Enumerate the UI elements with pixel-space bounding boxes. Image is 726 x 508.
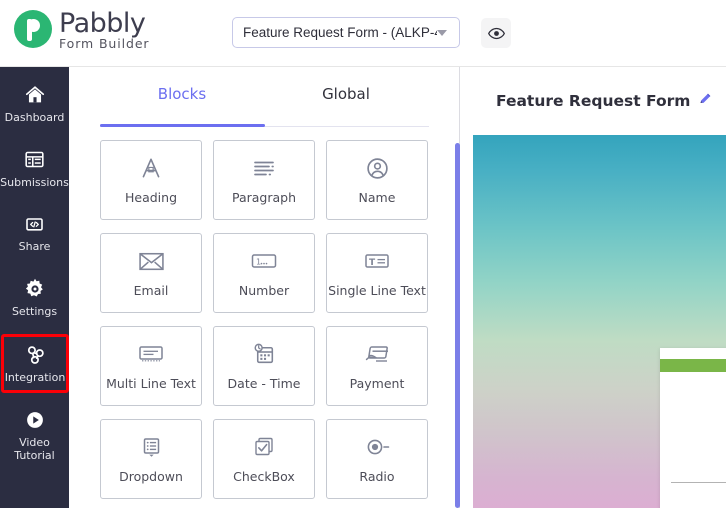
- webhook-icon: [23, 342, 48, 368]
- block-card-heading[interactable]: Heading: [100, 140, 202, 220]
- block-label: Number: [238, 283, 290, 298]
- block-card-checkbox[interactable]: CheckBox: [213, 419, 315, 499]
- sidebar-label-dashboard: Dashboard: [4, 111, 65, 124]
- block-label: CheckBox: [233, 469, 295, 484]
- form-canvas[interactable]: First: [473, 135, 726, 508]
- block-card-multi-line-text[interactable]: Multi Line Text: [100, 326, 202, 406]
- sidebar-item-submissions[interactable]: Submissions: [0, 140, 69, 198]
- sidebar-label-share: Share: [18, 240, 51, 254]
- form-card-divider: [671, 482, 726, 483]
- preview-header: Feature Request Form: [461, 67, 726, 135]
- preview-eye-button[interactable]: [481, 18, 511, 48]
- block-label: Name: [358, 190, 396, 205]
- heading-a-icon: [138, 155, 164, 181]
- block-label: Radio: [359, 469, 395, 484]
- preview-form-title: Feature Request Form: [496, 92, 691, 110]
- block-label: Heading: [124, 190, 177, 205]
- play-circle-icon: [24, 407, 46, 433]
- number-field-icon: 1: [250, 248, 278, 274]
- svg-text:T: T: [369, 258, 376, 268]
- block-label: Payment: [349, 376, 405, 391]
- code-icon: [23, 211, 46, 237]
- block-label: Single Line Text: [328, 283, 426, 298]
- tab-active-indicator: [100, 124, 265, 127]
- top-header: Pabbly Form Builder Feature Request Form…: [0, 0, 726, 67]
- dropdown-list-icon: [139, 434, 164, 460]
- form-card-accent-bar: [660, 359, 726, 372]
- block-label: Dropdown: [119, 469, 183, 484]
- radio-button-icon: [364, 434, 391, 460]
- block-label: Email: [133, 283, 169, 298]
- form-selector-value: Feature Request Form - (ALKP-4...: [243, 25, 437, 40]
- sidebar-item-integration[interactable]: Integration: [1, 333, 69, 394]
- left-sidebar: Dashboard Submissions Share Settings Int…: [0, 67, 69, 508]
- home-icon: [23, 82, 47, 108]
- sidebar-item-settings[interactable]: Settings: [0, 269, 69, 327]
- table-icon: [23, 147, 46, 173]
- block-card-radio[interactable]: Radio: [326, 419, 428, 499]
- drop-indicator-bar: [455, 143, 460, 508]
- app-root: Pabbly Form Builder Feature Request Form…: [0, 0, 726, 508]
- block-card-email[interactable]: Email: [100, 233, 202, 313]
- eye-icon: [487, 27, 505, 39]
- app-logo[interactable]: Pabbly Form Builder: [14, 8, 149, 51]
- panel-tabs: Blocks Global: [69, 67, 459, 127]
- blocks-grid: Heading Paragraph Name Email 1 Number T …: [69, 127, 459, 499]
- user-circle-icon: [365, 155, 390, 181]
- blocks-panel: Blocks Global Heading Paragraph Name Ema…: [69, 67, 460, 508]
- svg-text:1: 1: [256, 258, 261, 267]
- sidebar-label-settings: Settings: [11, 304, 58, 318]
- paragraph-lines-icon: [251, 155, 277, 181]
- form-selector-dropdown[interactable]: Feature Request Form - (ALKP-4...: [232, 17, 460, 48]
- block-card-paragraph[interactable]: Paragraph: [213, 140, 315, 220]
- block-label: Multi Line Text: [106, 376, 196, 391]
- envelope-icon: [138, 248, 165, 274]
- block-card-single-line-text[interactable]: T Single Line Text: [326, 233, 428, 313]
- pencil-icon[interactable]: [698, 91, 713, 111]
- form-card-preview[interactable]: First: [660, 348, 726, 508]
- sidebar-item-share[interactable]: Share: [0, 204, 69, 262]
- tab-global[interactable]: Global: [264, 67, 428, 127]
- checkbox-icon: [251, 434, 277, 460]
- sidebar-label-video-tutorial: Video Tutorial: [14, 436, 55, 462]
- gear-icon: [23, 276, 47, 302]
- multi-line-text-icon: [137, 341, 165, 367]
- sidebar-label-integration: Integration: [4, 370, 66, 384]
- logo-title: Pabbly: [59, 8, 146, 39]
- credit-card-hand-icon: [363, 341, 391, 367]
- block-card-number[interactable]: 1 Number: [213, 233, 315, 313]
- logo-text-block: Pabbly Form Builder: [59, 8, 149, 51]
- logo-subtitle: Form Builder: [59, 36, 150, 51]
- block-card-dropdown[interactable]: Dropdown: [100, 419, 202, 499]
- sidebar-label-submissions: Submissions: [0, 175, 69, 189]
- block-label: Date - Time: [227, 376, 301, 391]
- single-line-text-icon: T: [363, 248, 391, 274]
- calendar-clock-icon: [252, 341, 277, 367]
- block-card-payment[interactable]: Payment: [326, 326, 428, 406]
- sidebar-item-dashboard[interactable]: Dashboard: [0, 75, 69, 133]
- form-preview-panel: Feature Request Form First: [461, 67, 726, 508]
- sidebar-item-video-tutorial[interactable]: Video Tutorial: [0, 400, 69, 470]
- tab-blocks[interactable]: Blocks: [100, 67, 264, 127]
- block-card-name[interactable]: Name: [326, 140, 428, 220]
- block-card-date-time[interactable]: Date - Time: [213, 326, 315, 406]
- block-label: Paragraph: [231, 190, 297, 205]
- chevron-down-icon: [437, 29, 447, 36]
- pabbly-p-logo-icon: [14, 10, 52, 49]
